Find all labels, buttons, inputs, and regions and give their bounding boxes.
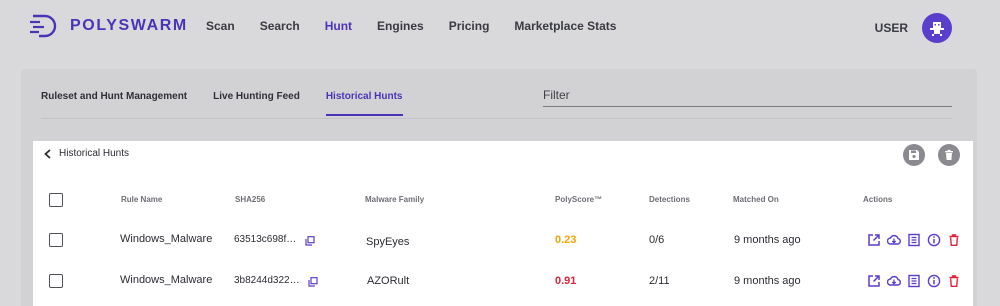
cloud-download-icon[interactable] [887,274,901,288]
save-button[interactable] [903,144,925,166]
back-label: Historical Hunts [59,148,130,159]
cloud-download-icon[interactable] [887,233,901,247]
polyswarm-logo-icon [30,14,57,38]
user-menu[interactable]: USER [875,13,952,43]
matched-on-cell: 9 months ago [734,275,801,287]
polyscore-cell: 0.23 [555,234,577,246]
delete-all-button[interactable] [938,144,960,166]
matched-on-cell: 9 months ago [734,234,801,246]
delete-icon[interactable] [947,274,961,288]
report-icon[interactable] [907,233,921,247]
filter-input[interactable] [543,83,952,107]
header-malware-family[interactable]: Malware Family [365,195,424,204]
sha256-cell[interactable]: 3b8244d322… [234,275,300,286]
row-actions [867,274,967,288]
top-navigation-bar: POLYSWARM Scan Search Hunt Engines Prici… [0,0,1000,52]
info-icon[interactable] [927,233,941,247]
tab-live-hunting-feed[interactable]: Live Hunting Feed [213,91,300,116]
select-all-checkbox[interactable] [49,193,63,207]
tab-historical-hunts[interactable]: Historical Hunts [325,91,403,116]
nav-item-hunt[interactable]: Hunt [325,19,352,33]
historical-hunts-panel: Historical Hunts Rule Name SHA256 Malwar… [33,141,973,306]
header-rule-name[interactable]: Rule Name [121,195,162,204]
nav-item-marketplace-stats[interactable]: Marketplace Stats [514,19,616,33]
malware-family-cell: SpyEyes [366,236,410,248]
info-icon[interactable] [927,274,941,288]
trash-icon [945,149,953,160]
tabs-divider [41,118,952,119]
copy-icon[interactable] [305,236,315,246]
tab-ruleset-management[interactable]: Ruleset and Hunt Management [41,91,187,116]
row-checkbox[interactable] [49,274,63,288]
back-button[interactable]: Historical Hunts [43,148,129,159]
header-actions: Actions [863,195,893,204]
header-matched-on[interactable]: Matched On [733,195,779,204]
rule-name-cell[interactable]: Windows_Malware [120,274,212,286]
user-label: USER [874,21,908,35]
polyswarm-logo[interactable]: POLYSWARM [30,13,188,39]
header-detections[interactable]: Detections [649,195,690,204]
main-nav: Scan Search Hunt Engines Pricing Marketp… [206,19,641,33]
nav-item-pricing[interactable]: Pricing [449,19,490,33]
nav-item-engines[interactable]: Engines [377,19,424,33]
hunt-tabs: Ruleset and Hunt Management Live Hunting… [41,91,429,116]
row-actions [867,233,967,247]
copy-icon[interactable] [308,277,318,287]
robot-avatar-icon [930,22,944,36]
header-sha256[interactable]: SHA256 [235,195,265,204]
open-external-icon[interactable] [867,274,881,288]
header-polyscore[interactable]: PolyScore™ [555,195,602,204]
rule-name-cell[interactable]: Windows_Malware [120,233,212,245]
detections-cell: 0/6 [649,234,665,246]
save-icon [909,150,919,160]
row-checkbox[interactable] [49,233,63,247]
avatar[interactable] [922,13,952,43]
nav-item-search[interactable]: Search [260,19,300,33]
sha256-cell[interactable]: 63513c698f… [234,234,296,245]
nav-item-scan[interactable]: Scan [206,19,235,33]
report-icon[interactable] [907,274,921,288]
delete-icon[interactable] [947,233,961,247]
detections-cell: 2/11 [649,275,670,287]
brand-name: POLYSWARM [70,17,188,34]
polyscore-cell: 0.91 [555,275,577,287]
open-external-icon[interactable] [867,233,881,247]
malware-family-cell: AZORult [367,275,410,287]
chevron-left-icon [44,148,51,159]
